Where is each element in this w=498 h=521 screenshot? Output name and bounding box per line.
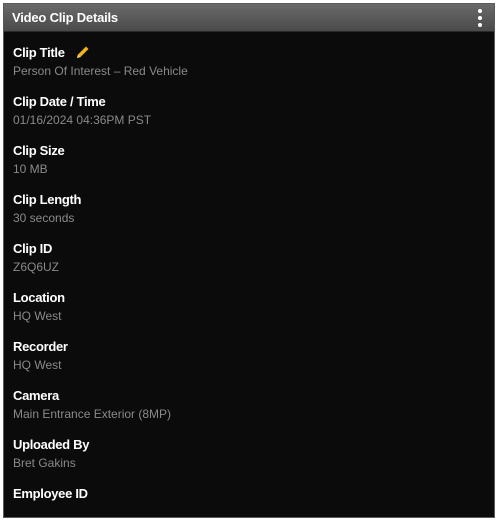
field-label: Location [13,289,65,305]
field-label: Camera [13,387,59,403]
field-label: Clip Title [13,44,65,60]
field-value: HQ West [13,309,62,323]
field-label: Clip Length [13,191,82,207]
field-clip-date-time: Clip Date / Time 01/16/2024 04:36PM PST [13,81,485,130]
field-label: Clip ID [13,240,53,256]
field-value: 01/16/2024 04:36PM PST [13,113,152,127]
panel-title: Video Clip Details [12,10,118,25]
field-value [13,505,485,517]
field-clip-title: Clip Title Person Of Interest – Red Vehi… [13,32,485,81]
field-value: 30 seconds [13,211,75,225]
field-value: 10 MB [13,162,48,176]
pencil-icon[interactable] [75,44,91,60]
field-recorder: Recorder HQ West [13,326,485,375]
field-uploaded-by: Uploaded By Bret Gakins [13,424,485,473]
field-clip-length: Clip Length 30 seconds [13,179,485,228]
field-value: Person Of Interest – Red Vehicle [13,64,188,78]
field-label: Clip Size [13,142,65,158]
field-camera: Camera Main Entrance Exterior (8MP) [13,375,485,424]
details-list: Clip Title Person Of Interest – Red Vehi… [4,32,494,517]
field-value: Bret Gakins [13,456,76,470]
field-label: Uploaded By [13,436,90,452]
panel-header: Video Clip Details [4,4,494,32]
field-clip-size: Clip Size 10 MB [13,130,485,179]
field-value: HQ West [13,358,62,372]
field-value: Main Entrance Exterior (8MP) [13,407,172,421]
field-location: Location HQ West [13,277,485,326]
field-label: Clip Date / Time [13,93,106,109]
field-clip-id: Clip ID Z6Q6UZ [13,228,485,277]
field-value: Z6Q6UZ [13,260,60,274]
video-clip-details-panel: Video Clip Details Clip Title Person Of … [3,3,495,518]
kebab-menu-icon[interactable] [472,6,488,30]
field-employee-id: Employee ID [13,473,485,517]
field-label: Employee ID [13,485,88,501]
field-label: Recorder [13,338,68,354]
